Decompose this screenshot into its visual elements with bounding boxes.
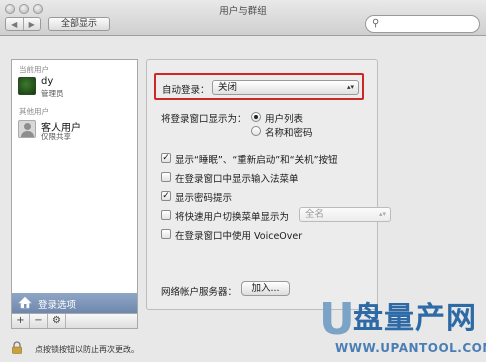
user-role: 管理员 bbox=[41, 89, 64, 98]
house-icon bbox=[18, 296, 32, 309]
back-arrow-icon[interactable]: ◀ bbox=[6, 18, 23, 30]
fast-switch-popup[interactable]: 全名 ▴▾ bbox=[299, 207, 391, 222]
sidebar-toolbar: + − ⚙ bbox=[11, 314, 138, 329]
remove-user-button[interactable]: − bbox=[30, 314, 48, 328]
checkbox-label: 在登录窗口中显示输入法菜单 bbox=[175, 174, 299, 185]
gear-icon[interactable]: ⚙ bbox=[48, 314, 66, 328]
checkbox-label: 在登录窗口中使用 VoiceOver bbox=[175, 231, 303, 242]
watermark-url: WWW.UPANTOOL.COM bbox=[335, 341, 486, 355]
forward-arrow-icon[interactable]: ▶ bbox=[22, 18, 41, 30]
user-name: dy bbox=[41, 76, 54, 87]
search-field[interactable]: ⚲ bbox=[365, 15, 480, 33]
radio-user-list-label: 用户列表 bbox=[265, 114, 304, 125]
auto-login-label: 自动登录： bbox=[162, 85, 210, 96]
user-avatar bbox=[18, 77, 36, 95]
network-server-label: 网络帐户服务器： bbox=[161, 287, 238, 298]
checkbox-fast-user-switch[interactable] bbox=[161, 210, 171, 220]
checkbox-voiceover[interactable] bbox=[161, 229, 171, 239]
watermark-logo: U 盘量产网 bbox=[319, 296, 479, 342]
user-list-sidebar: 当前用户 dy 管理员 其他用户 客人用户 仅限共享 登录选项 bbox=[11, 59, 138, 314]
show-all-button[interactable]: 全部显示 bbox=[48, 17, 110, 31]
fast-switch-value: 全名 bbox=[305, 209, 325, 220]
radio-name-password[interactable] bbox=[251, 126, 261, 136]
user-item-guest[interactable]: 客人用户 仅限共享 bbox=[16, 118, 135, 142]
popup-arrows-icon: ▴▾ bbox=[346, 83, 354, 91]
checkbox-label: 显示密码提示 bbox=[175, 193, 233, 204]
auto-login-popup[interactable]: 关闭 ▴▾ bbox=[212, 80, 359, 95]
radio-user-list[interactable] bbox=[251, 112, 261, 122]
add-user-button[interactable]: + bbox=[12, 314, 30, 328]
popup-arrows-icon: ▴▾ bbox=[378, 210, 386, 218]
display-as-label: 将登录窗口显示为： bbox=[161, 114, 247, 125]
login-options-label: 登录选项 bbox=[38, 300, 77, 311]
user-item-dy[interactable]: dy 管理员 bbox=[16, 75, 135, 99]
guest-avatar-icon bbox=[18, 120, 36, 138]
watermark-name: 盘量产网 bbox=[353, 301, 477, 336]
title-bar: 用户与群组 ◀ ▶ 全部显示 ⚲ bbox=[0, 0, 486, 36]
radio-name-password-label: 名称和密码 bbox=[265, 128, 313, 139]
login-options-item[interactable]: 登录选项 bbox=[12, 293, 137, 313]
checkbox-input-menu[interactable] bbox=[161, 172, 171, 182]
search-input[interactable] bbox=[386, 18, 474, 30]
auto-login-value: 关闭 bbox=[218, 82, 238, 93]
checkbox-sleep-restart-shutdown[interactable]: ✓ bbox=[161, 153, 171, 163]
login-options-panel: 自动登录： 关闭 ▴▾ 将登录窗口显示为： 用户列表 名称和密码 ✓ 显示“睡眠… bbox=[146, 59, 391, 310]
current-users-header: 当前用户 bbox=[19, 65, 49, 74]
watermark-mark: U bbox=[319, 294, 355, 345]
search-icon: ⚲ bbox=[372, 18, 380, 29]
lock-icon[interactable] bbox=[12, 341, 22, 354]
checkbox-password-hints[interactable]: ✓ bbox=[161, 191, 171, 201]
checkbox-label: 显示“睡眠”、“重新启动”和“关机”按钮 bbox=[175, 155, 338, 166]
lock-hint-text: 点按锁按钮以防止再次更改。 bbox=[35, 345, 139, 354]
other-users-header: 其他用户 bbox=[19, 107, 49, 116]
user-role: 仅限共享 bbox=[41, 132, 71, 141]
back-forward-group: ◀ ▶ bbox=[5, 17, 41, 31]
checkbox-label: 将快速用户切换菜单显示为 bbox=[175, 212, 290, 223]
join-button[interactable]: 加入... bbox=[241, 281, 290, 296]
